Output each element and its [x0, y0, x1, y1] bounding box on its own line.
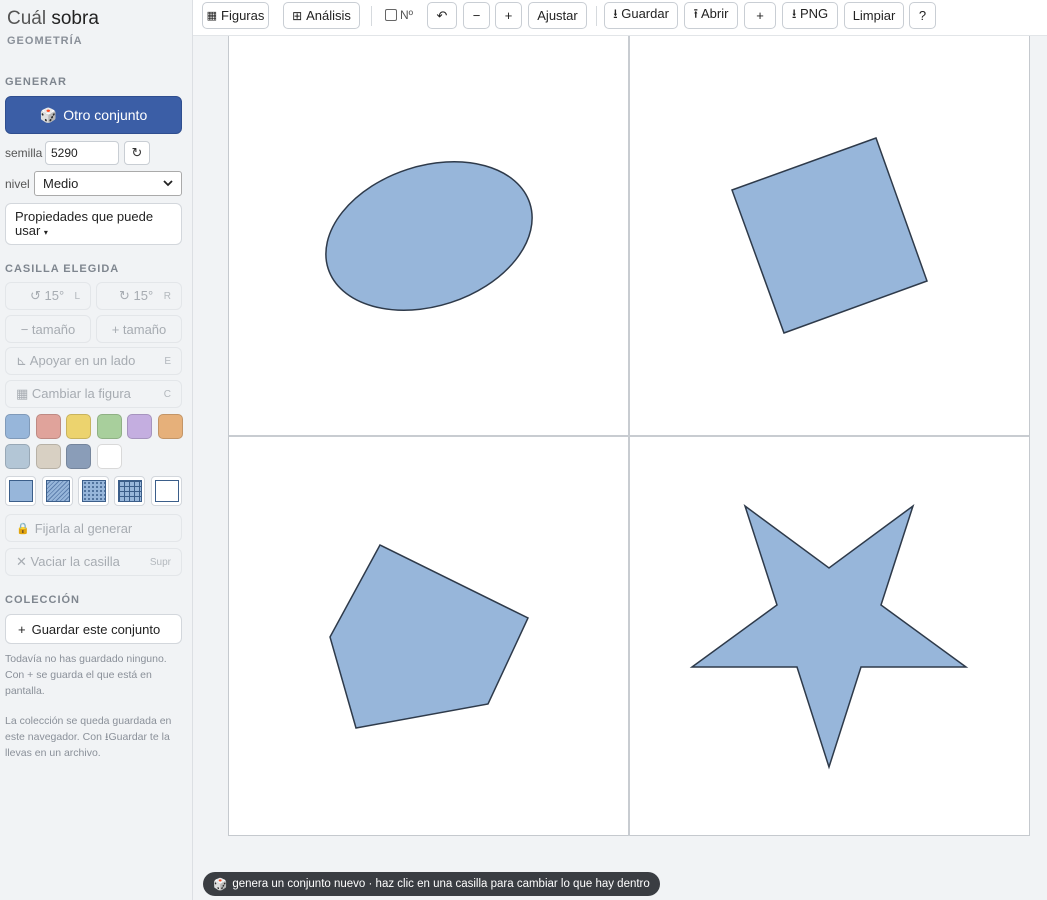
color-swatch[interactable] [66, 444, 91, 469]
app-subtitle: GEOMETRÍA [7, 35, 83, 47]
figure-board [228, 36, 1030, 836]
color-swatch[interactable] [66, 414, 91, 439]
cell-3[interactable] [229, 436, 629, 836]
color-swatch[interactable] [96, 444, 122, 469]
rest-on-side-key: E [164, 355, 171, 367]
seed-input[interactable]: 5290 [45, 141, 119, 165]
level-label: nivel [5, 177, 30, 191]
status-hint: 🎲 genera un conjunto nuevo · haz clic en… [203, 872, 660, 896]
help-button[interactable]: ? [909, 2, 936, 29]
undo-icon: ↶ [436, 7, 448, 23]
rest-on-side-label: ⊾ Apoyar en un lado [16, 353, 136, 368]
toolbar-separator [596, 6, 597, 26]
save-set-button[interactable]: + Guardar este conjunto [5, 614, 182, 644]
size-up-button[interactable]: + tamaño [96, 315, 182, 343]
table-icon: ⊞ [292, 8, 303, 23]
rotate-left-button[interactable]: ↺ 15° L [5, 282, 91, 310]
refresh-icon: ↻ [131, 145, 143, 160]
level-select[interactable]: Medio [34, 171, 182, 196]
seed-label: semilla [5, 146, 43, 160]
color-swatch[interactable] [5, 414, 30, 439]
toolbar-separator [371, 6, 372, 26]
cell-1[interactable] [229, 36, 629, 436]
app-title: Cuál sobra [7, 8, 99, 29]
clear-cell-key: Supr [149, 556, 171, 568]
star-figure [689, 504, 969, 770]
save-file-button[interactable]: ⭳ Guardar [604, 2, 678, 29]
size-down-button[interactable]: − tamaño [5, 315, 91, 343]
color-swatch[interactable] [96, 414, 122, 439]
lock-icon: 🔒 [16, 522, 30, 535]
selected-cell-heading: CASILLA ELEGIDA [5, 263, 120, 275]
pattern-solid[interactable] [5, 476, 36, 506]
figures-button[interactable]: ▦ Figuras [202, 2, 269, 29]
reseed-button[interactable]: ↻ [124, 141, 150, 165]
pattern-hatch[interactable] [42, 476, 73, 506]
analysis-label: Análisis [306, 8, 351, 23]
add-to-collection-button[interactable]: + [744, 2, 776, 29]
lock-on-generate-button[interactable]: 🔒 Fijarla al generar [5, 514, 182, 542]
color-swatch[interactable] [35, 444, 61, 469]
clear-all-button[interactable]: Limpiar [844, 2, 904, 29]
rotate-left-label: ↺ 15° [30, 288, 65, 303]
generate-button-label: Otro conjunto [63, 107, 148, 123]
cell-2[interactable] [629, 36, 1029, 436]
change-figure-label: ▦ Cambiar la figura [16, 386, 131, 401]
collection-heading: COLECCIÓN [5, 594, 80, 606]
generate-button[interactable]: 🎲 Otro conjunto [5, 96, 182, 134]
lock-label: Fijarla al generar [34, 520, 133, 536]
number-toggle[interactable]: Nº [385, 8, 413, 22]
ellipse-figure [325, 161, 533, 311]
open-file-button[interactable]: ⭱ Abrir [684, 2, 738, 29]
minus-icon: − [472, 8, 481, 23]
color-swatch[interactable] [5, 444, 30, 469]
dice-icon: 🎲 [39, 106, 58, 123]
status-text: genera un conjunto nuevo · haz clic en u… [232, 878, 650, 890]
grid-icon: ▦ [206, 10, 218, 22]
rest-on-side-button[interactable]: ⊾ Apoyar en un lado E [5, 347, 182, 375]
zoom-out-button[interactable]: − [463, 2, 490, 29]
properties-label: Propiedades que puede usar [15, 209, 154, 238]
color-swatch[interactable] [35, 414, 61, 439]
chevron-down-icon [163, 180, 173, 187]
clear-cell-label: ✕ Vaciar la casilla [16, 554, 120, 569]
save-set-label: Guardar este conjunto [31, 621, 161, 637]
level-value: Medio [43, 176, 79, 191]
export-png-button[interactable]: ⭳ PNG [782, 2, 838, 29]
fit-button[interactable]: Ajustar [528, 2, 587, 29]
dice-icon: 🎲 [213, 879, 228, 891]
rotate-right-label: ↻ 15° [119, 288, 154, 303]
change-figure-key: C [163, 388, 171, 400]
caret-down-icon: ▾ [43, 228, 48, 237]
zoom-in-button[interactable]: + [495, 2, 522, 29]
color-swatch[interactable] [157, 414, 183, 439]
figures-label: Figuras [221, 8, 265, 23]
clear-cell-button[interactable]: ✕ Vaciar la casilla Supr [5, 548, 182, 576]
number-checkbox[interactable] [385, 9, 397, 21]
rotate-right-button[interactable]: ↻ 15° R [96, 282, 182, 310]
change-figure-button[interactable]: ▦ Cambiar la figura C [5, 380, 182, 408]
sidebar: Cuál sobra GEOMETRÍA GENERAR 🎲 Otro conj… [0, 0, 193, 900]
analysis-button[interactable]: ⊞ Análisis [283, 2, 360, 29]
undo-button[interactable]: ↶ [427, 2, 457, 29]
rotate-right-key: R [163, 290, 171, 302]
pentagon-figure [329, 544, 529, 729]
plus-icon: + [18, 621, 26, 637]
toolbar: ▦ Figuras ⊞ Análisis Nº ↶ − + Ajustar ⭳ … [193, 0, 1047, 36]
generate-heading: GENERAR [5, 76, 68, 88]
rotate-left-key: L [74, 290, 80, 302]
square-figure [731, 137, 928, 334]
properties-dropdown[interactable]: Propiedades que puede usar ▾ [5, 203, 182, 245]
collection-storage-note: La colección se queda guardada en este n… [5, 715, 172, 759]
pattern-grid[interactable] [114, 476, 145, 506]
pattern-dots[interactable] [78, 476, 109, 506]
color-swatch[interactable] [127, 414, 152, 439]
cell-divider-horizontal [229, 435, 1029, 437]
cell-4[interactable] [629, 436, 1029, 836]
plus-icon: + [504, 8, 513, 23]
collection-empty-note: Todavía no has guardado ninguno. Con + s… [5, 653, 167, 697]
pattern-empty[interactable] [151, 476, 182, 506]
number-toggle-label: Nº [400, 8, 414, 22]
